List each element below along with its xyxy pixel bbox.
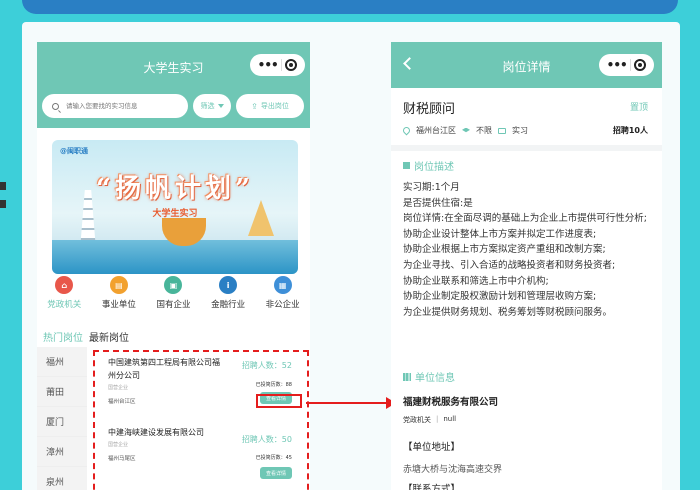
city-item[interactable]: 福州 [37,347,87,377]
description-line: 实习期:1个月 [403,182,460,193]
category-label: 国有企业 [156,300,191,310]
description-line: 岗位详情:在全面尽调的基础上为企业上市提供可行性分析; [403,213,647,225]
export-icon: ⇪ [251,101,258,111]
mini-program-capsule[interactable]: ••• [599,54,654,76]
description-line: 为企业寻找、引入合适的战略投资者和财务投资者; [403,259,616,271]
more-icon[interactable]: ••• [258,58,279,72]
company-extra: null [443,415,457,423]
city-item[interactable]: 漳州 [37,437,87,467]
description-line: 协助企业设计整体上市方案并拟定工作进度表; [403,228,597,240]
navigation-bar: 岗位详情 ••• [391,42,662,88]
description-line: 协助企业根据上市方案拟定资产重组和改制方案; [403,244,606,256]
category-institution[interactable]: ▤ 事业单位 [94,276,144,316]
finance-icon: i [219,276,238,294]
search-icon [52,102,59,110]
education-requirement: 不限 [476,126,492,135]
description-line: 协助企业联系和筛选上市中介机构; [403,275,549,287]
job-detail-screen: 岗位详情 ••• 财税顾问 置顶 福州台江区 不限 实习 招聘10人 岗位描述 … [391,42,662,490]
filter-button[interactable]: 筛选 [193,94,231,118]
category-state-enterprise[interactable]: ▣ 国有企业 [148,276,198,316]
edge-mark [0,182,6,190]
tab-hot-jobs[interactable]: 热门岗位 [43,329,83,349]
highlight-button-box [256,394,302,408]
filter-label: 筛选 [200,102,215,110]
private-enterprise-icon: ▦ [273,276,292,294]
promo-banner[interactable]: @闽职通 “扬帆计划” 大学生实习 [52,140,298,274]
wave-illustration [52,240,298,274]
capsule-divider [630,59,631,71]
section-header-description: 岗位描述 [403,158,454,173]
company-address: 赤塘大桥与沈海高速交界 [403,465,503,475]
capsule-divider [281,59,282,71]
category-finance[interactable]: i 金融行业 [203,276,253,316]
export-label: 导出岗位 [260,102,289,110]
job-title: 财税顾问 [403,102,456,117]
arrow-line [306,402,388,404]
tab-latest-jobs[interactable]: 最新岗位 [89,329,129,349]
search-bar[interactable] [42,94,188,118]
recruit-count: 招聘10人 [612,126,648,135]
institution-icon: ▤ [109,276,128,294]
address-heading: 【单位地址】 [403,442,461,453]
tag-separator: | [436,415,439,423]
job-tabs: 热门岗位 最新岗位 [43,329,129,349]
banner-logo: @闽职通 [60,147,88,155]
description-line: 为企业提供财务规划、税务筹划等财税顾问服务。 [403,306,613,318]
company-tags: 党政机关 | null [403,415,456,425]
category-label: 非公企业 [265,300,300,310]
education-icon [462,127,470,133]
job-meta-row: 福州台江区 不限 实习 [401,125,528,136]
state-enterprise-icon: ▣ [164,276,183,294]
section-title: 岗位描述 [414,162,454,173]
top-banner [22,0,678,14]
category-label: 事业单位 [101,300,136,310]
city-item[interactable]: 厦门 [37,407,87,437]
section-divider [391,145,662,151]
description-line: 是否提供住宿:是 [403,197,473,209]
company-category: 党政机关 [403,416,431,424]
government-icon: ⌂ [55,276,74,294]
export-jobs-button[interactable]: ⇪ 导出岗位 [236,94,304,118]
edge-mark [0,200,6,208]
search-input[interactable] [66,102,176,110]
job-type: 实习 [512,126,528,135]
company-name: 福建财税服务有限公司 [403,397,499,408]
highlight-dashed-box [93,350,309,490]
navigation-bar: 大学生实习 ••• 筛选 ⇪ 导出岗位 [37,42,310,128]
job-location: 福州台江区 [416,126,456,135]
category-private-enterprise[interactable]: ▦ 非公企业 [258,276,308,316]
category-row: ⌂ 党政机关 ▤ 事业单位 ▣ 国有企业 i 金融行业 ▦ 非公企业 [37,276,310,316]
dropdown-icon [217,104,224,108]
document-icon [403,162,410,169]
category-label: 党政机关 [47,300,82,310]
section-header-company: 单位信息 [403,369,455,384]
city-item[interactable]: 莆田 [37,377,87,407]
more-icon[interactable]: ••• [607,58,628,72]
pin-top-button[interactable]: 置顶 [630,100,648,113]
contact-heading: 【联系方式】 [403,484,461,490]
chart-bar-icon [403,372,411,381]
location-pin-icon [401,125,412,136]
section-title: 单位信息 [415,373,455,384]
mini-program-capsule[interactable]: ••• [250,54,305,76]
briefcase-icon [498,127,506,134]
job-description: 实习期:1个月 是否提供住宿:是 岗位详情:在全面尽调的基础上为企业上市提供可行… [403,180,653,320]
city-item[interactable]: 泉州 [37,467,87,490]
banner-subtitle: 大学生实习 [152,209,198,219]
close-icon[interactable] [634,59,647,71]
description-line: 协助企业制定股权激励计划和管理层收购方案; [403,291,597,303]
category-government[interactable]: ⌂ 党政机关 [39,276,89,316]
banner-title: “扬帆计划” [96,174,254,204]
category-label: 金融行业 [211,300,246,310]
city-sidebar: 福州 莆田 厦门 漳州 泉州 [37,347,87,490]
close-icon[interactable] [285,59,298,71]
